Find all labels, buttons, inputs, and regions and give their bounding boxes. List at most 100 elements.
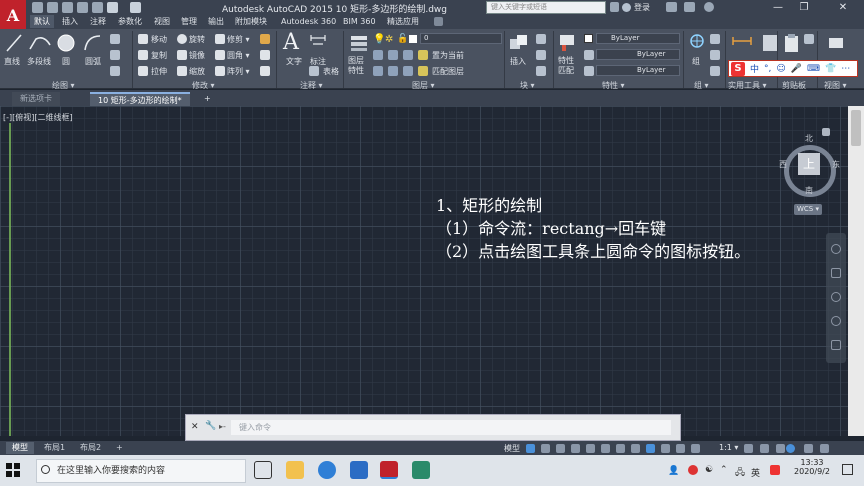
tab-default[interactable]: 默认	[30, 15, 54, 28]
tab-autodesk-360[interactable]: Autodesk 360	[277, 15, 340, 28]
circle-tool-label[interactable]: 圆	[62, 56, 70, 67]
annotation-panel-label[interactable]: 注释 ▾	[300, 80, 323, 90]
layer-on-icon[interactable]: 💡	[373, 34, 385, 45]
polyline-tool-label[interactable]: 多段线	[27, 56, 51, 67]
paste-icon[interactable]	[782, 33, 802, 55]
annotation-scale[interactable]: 1:1 ▾	[719, 443, 738, 452]
vertical-scrollbar[interactable]	[848, 106, 864, 436]
layer-walk-icon[interactable]	[403, 66, 413, 76]
zoom-icon[interactable]	[831, 292, 841, 302]
mirror-tool-label[interactable]: 镜像	[189, 50, 205, 61]
trim-icon[interactable]	[215, 34, 225, 44]
viewcube-south[interactable]: 南	[805, 185, 813, 196]
redo-icon[interactable]	[130, 2, 141, 13]
text-tool-icon[interactable]: A	[283, 30, 299, 55]
ime-toolbar[interactable]: S 中 °, ☺ 🎤 ⌨ 👕 ⋯	[728, 60, 858, 77]
match-properties-label[interactable]: 特性匹配	[558, 56, 578, 76]
record-icon[interactable]	[688, 465, 698, 475]
media-app-icon[interactable]	[412, 461, 430, 479]
fillet-icon[interactable]	[215, 50, 225, 60]
color-dropdown[interactable]: ByLayer	[596, 33, 680, 44]
table-icon[interactable]	[309, 66, 319, 76]
layer-freeze-icon[interactable]: ✲	[385, 34, 393, 45]
transparency-icon[interactable]	[646, 444, 655, 453]
command-input[interactable]: 键入命令	[231, 420, 671, 435]
utilities-panel-label[interactable]: 实用工具 ▾	[728, 80, 767, 90]
close-button[interactable]: ✕	[832, 1, 854, 14]
help-search-input[interactable]: 键入关键字或短语	[486, 1, 606, 14]
tab-addins[interactable]: 附加模块	[231, 15, 271, 28]
ime-mode-icon[interactable]: 中	[750, 62, 759, 75]
tab-layout2[interactable]: 布局2	[74, 442, 107, 454]
layer-dropdown[interactable]: 0	[420, 33, 502, 44]
file-tab-current-drawing[interactable]: 10 矩形-多边形的绘制*	[90, 92, 190, 106]
print-icon[interactable]	[92, 2, 103, 13]
isodraft-icon[interactable]	[586, 444, 595, 453]
stretch-tool-label[interactable]: 拉伸	[151, 66, 167, 77]
viewport-controls[interactable]: [-][俯视][二维线框]	[3, 112, 73, 123]
sogou-tray-icon[interactable]	[770, 465, 780, 475]
input-language[interactable]: 英	[751, 466, 760, 479]
ortho-icon[interactable]	[556, 444, 565, 453]
help-icon[interactable]	[704, 2, 714, 12]
command-recent-icon[interactable]: ▸-	[219, 422, 226, 431]
task-view-icon[interactable]	[254, 461, 272, 479]
tab-featured-apps[interactable]: 精选应用	[383, 15, 423, 28]
new-tab-button[interactable]: +	[200, 92, 215, 106]
tab-manage[interactable]: 管理	[177, 15, 201, 28]
layer-isolate-icon[interactable]	[373, 50, 383, 60]
windows-start-icon[interactable]	[6, 463, 20, 477]
match-layer-label[interactable]: 匹配图层	[432, 66, 464, 77]
hardware-acceleration-icon[interactable]	[786, 444, 795, 453]
tray-app-icon[interactable]: ☯	[705, 465, 713, 475]
insert-block-label[interactable]: 插入	[510, 56, 526, 67]
drawing-canvas[interactable]	[0, 106, 848, 436]
edge-browser-icon[interactable]	[318, 461, 336, 479]
tab-insert[interactable]: 插入	[58, 15, 82, 28]
block-panel-label[interactable]: 块 ▾	[520, 80, 535, 90]
model-space-toggle[interactable]: 模型	[504, 443, 520, 454]
array-icon[interactable]	[215, 66, 225, 76]
selection-cycling-icon[interactable]	[661, 444, 670, 453]
file-explorer-icon[interactable]	[286, 461, 304, 479]
login-link[interactable]: 登录	[634, 2, 650, 13]
people-icon[interactable]: 👤	[668, 466, 679, 476]
exchange-icon[interactable]	[666, 2, 677, 12]
copy-tool-label[interactable]: 复制	[151, 50, 167, 61]
viewcube-top-face[interactable]: 上	[798, 153, 820, 175]
copy-icon[interactable]	[138, 50, 148, 60]
ime-voice-icon[interactable]: 🎤	[791, 64, 802, 74]
scale-tool-label[interactable]: 缩放	[189, 66, 205, 77]
rotate-icon[interactable]	[177, 34, 187, 44]
line-tool-label[interactable]: 直线	[4, 56, 20, 67]
workspace-gear-icon[interactable]	[744, 444, 753, 453]
search-icon[interactable]	[610, 2, 619, 12]
sogou-logo[interactable]: S	[731, 61, 745, 76]
edit-attributes-icon[interactable]	[536, 66, 546, 76]
set-current-label[interactable]: 置为当前	[432, 50, 464, 61]
view-base-icon[interactable]	[826, 33, 846, 53]
ime-skin-icon[interactable]: 👕	[825, 64, 836, 74]
rectangle-tool-icon[interactable]	[110, 34, 120, 44]
open-file-icon[interactable]	[47, 2, 58, 13]
orbit-icon[interactable]	[831, 316, 841, 326]
arc-tool-icon[interactable]	[82, 33, 102, 53]
save-as-icon[interactable]	[77, 2, 88, 13]
match-layer-icon[interactable]	[418, 66, 428, 76]
command-close-icon[interactable]: ✕	[191, 422, 199, 432]
ime-punct-icon[interactable]: °,	[764, 64, 771, 74]
explode-icon[interactable]	[260, 50, 270, 60]
autoscale-icon[interactable]	[691, 444, 700, 453]
trim-tool-label[interactable]: 修剪 ▾	[227, 34, 250, 45]
wps-writer-icon[interactable]	[350, 461, 368, 479]
file-tab-new[interactable]: 新选项卡	[12, 92, 60, 106]
layer-unisolate-icon[interactable]	[388, 50, 398, 60]
grid-icon[interactable]	[526, 444, 535, 453]
layer-off-icon[interactable]	[403, 50, 413, 60]
scrollbar-thumb[interactable]	[851, 110, 861, 146]
measure-icon[interactable]	[731, 34, 753, 48]
tab-output[interactable]: 输出	[204, 15, 228, 28]
viewcube-east[interactable]: 东	[832, 159, 840, 170]
insert-block-icon[interactable]	[508, 33, 530, 53]
pan-icon[interactable]	[831, 268, 841, 278]
